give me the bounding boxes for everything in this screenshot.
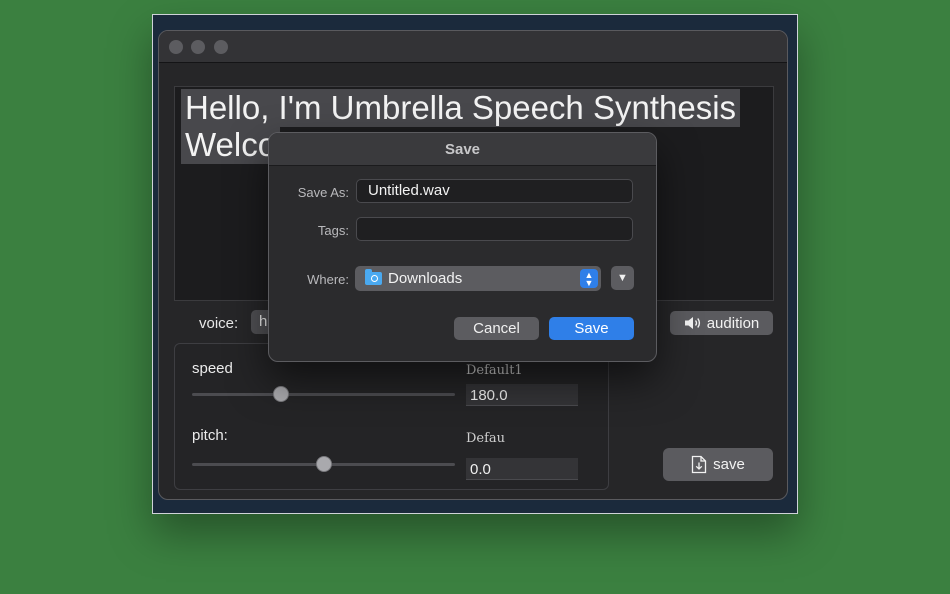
- speed-default-label: Default1: [466, 363, 523, 378]
- pitch-default-label: Defau: [466, 431, 506, 446]
- expand-dialog-button[interactable]: ▼: [611, 266, 634, 290]
- speed-slider-knob[interactable]: [273, 386, 290, 402]
- location-value: Downloads: [388, 270, 463, 287]
- voice-label: voice:: [199, 315, 239, 332]
- dialog-title: Save: [269, 133, 656, 166]
- location-select[interactable]: Downloads ▲ ▼: [355, 266, 601, 291]
- text-line-2: Welco: [181, 126, 281, 164]
- save-audio-label: save: [713, 456, 745, 473]
- where-label: Where:: [307, 272, 349, 287]
- save-document-icon: [692, 455, 707, 474]
- speed-slider-track[interactable]: [192, 393, 455, 396]
- pitch-slider-knob[interactable]: [315, 456, 332, 472]
- filename-input[interactable]: Untitled.wav: [356, 179, 633, 203]
- pitch-value-field[interactable]: 0.0: [466, 458, 578, 480]
- speaker-icon: [684, 317, 700, 329]
- select-stepper-icon: ▲ ▼: [580, 269, 598, 288]
- speed-label: speed: [192, 360, 233, 377]
- parameters-panel: speed Default1 180.0 pitch: Defau 0.0: [174, 343, 609, 490]
- save-dialog: Save Save As: Untitled.wav Tags: Where: …: [268, 132, 657, 362]
- text-line-1: Hello, I'm Umbrella Speech Synthesis: [181, 89, 741, 127]
- title-bar: [159, 31, 787, 63]
- pitch-label: pitch:: [192, 427, 228, 444]
- close-window-button[interactable]: [169, 40, 183, 54]
- chevron-down-icon: ▼: [617, 272, 628, 284]
- zoom-window-button[interactable]: [214, 40, 228, 54]
- tags-input[interactable]: [356, 217, 633, 241]
- speed-value-field[interactable]: 180.0: [466, 384, 578, 406]
- cancel-button[interactable]: Cancel: [454, 317, 539, 340]
- save-as-label: Save As:: [297, 185, 349, 200]
- minimize-window-button[interactable]: [191, 40, 205, 54]
- audition-button[interactable]: audition: [670, 311, 773, 335]
- tags-label: Tags:: [317, 223, 349, 238]
- save-button[interactable]: Save: [549, 317, 634, 340]
- audition-label: audition: [706, 314, 760, 332]
- downloads-folder-icon: [365, 269, 382, 285]
- save-audio-button[interactable]: save: [663, 448, 773, 481]
